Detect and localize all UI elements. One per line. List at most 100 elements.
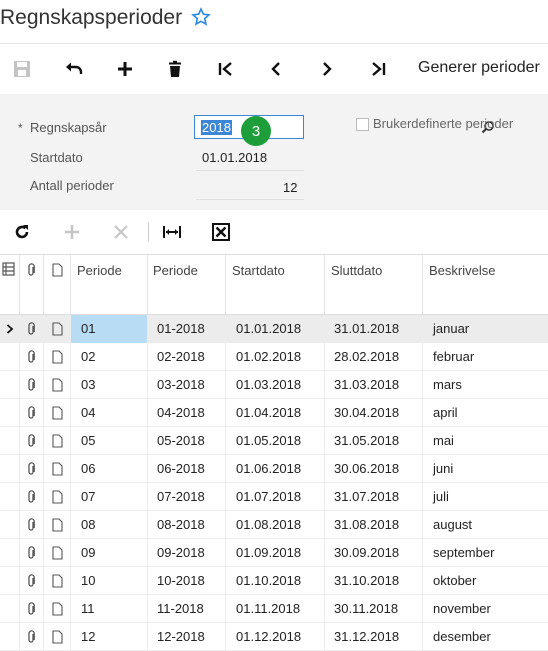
cell-start-date[interactable]: 01.12.2018 — [226, 623, 325, 651]
cell-period[interactable]: 05-2018 — [148, 427, 226, 455]
cell-period-no[interactable]: 04 — [71, 399, 148, 427]
table-row[interactable]: 02 02-2018 01.02.2018 28.02.2018 februar — [0, 343, 548, 371]
cell-period-no[interactable]: 03 — [71, 371, 148, 399]
table-row[interactable]: 04 04-2018 01.04.2018 30.04.2018 april — [0, 399, 548, 427]
cell-period[interactable]: 12-2018 — [148, 623, 226, 651]
row-attachment[interactable] — [20, 539, 44, 567]
cell-description[interactable]: november — [423, 595, 548, 623]
cell-period-no[interactable]: 11 — [71, 595, 148, 623]
row-note[interactable] — [44, 455, 71, 483]
row-selector[interactable] — [0, 399, 20, 427]
last-record-button[interactable] — [366, 57, 390, 81]
cell-period[interactable]: 06-2018 — [148, 455, 226, 483]
cell-end-date[interactable]: 28.02.2018 — [325, 343, 423, 371]
table-row[interactable]: 06 06-2018 01.06.2018 30.06.2018 juni — [0, 455, 548, 483]
cell-period-no[interactable]: 09 — [71, 539, 148, 567]
row-attachment[interactable] — [20, 623, 44, 651]
row-attachment[interactable] — [20, 343, 44, 371]
cell-end-date[interactable]: 31.10.2018 — [325, 567, 423, 595]
start-date-value[interactable]: 01.01.2018 — [202, 150, 267, 165]
cell-period-no[interactable]: 10 — [71, 567, 148, 595]
row-attachment[interactable] — [20, 511, 44, 539]
cell-period[interactable]: 07-2018 — [148, 483, 226, 511]
delete-button[interactable] — [163, 57, 187, 81]
delete-row-button[interactable] — [110, 221, 132, 243]
cell-end-date[interactable]: 30.06.2018 — [325, 455, 423, 483]
cell-end-date[interactable]: 31.05.2018 — [325, 427, 423, 455]
cell-start-date[interactable]: 01.08.2018 — [226, 511, 325, 539]
cell-start-date[interactable]: 01.02.2018 — [226, 343, 325, 371]
cell-end-date[interactable]: 31.08.2018 — [325, 511, 423, 539]
cell-period[interactable]: 09-2018 — [148, 539, 226, 567]
row-note[interactable] — [44, 623, 71, 651]
cell-end-date[interactable]: 31.01.2018 — [325, 315, 423, 343]
row-note[interactable] — [44, 371, 71, 399]
cell-description[interactable]: september — [423, 539, 548, 567]
row-selector[interactable] — [0, 371, 20, 399]
cell-end-date[interactable]: 31.07.2018 — [325, 483, 423, 511]
row-selector[interactable] — [0, 567, 20, 595]
cell-description[interactable]: juni — [423, 455, 548, 483]
row-note[interactable] — [44, 595, 71, 623]
cell-start-date[interactable]: 01.03.2018 — [226, 371, 325, 399]
table-row[interactable]: 12 12-2018 01.12.2018 31.12.2018 desember — [0, 623, 548, 651]
cell-start-date[interactable]: 01.09.2018 — [226, 539, 325, 567]
cell-description[interactable]: februar — [423, 343, 548, 371]
row-attachment[interactable] — [20, 371, 44, 399]
cell-description[interactable]: mars — [423, 371, 548, 399]
cell-period[interactable]: 10-2018 — [148, 567, 226, 595]
generate-periods-button[interactable]: Generer perioder — [418, 59, 540, 77]
column-period-no[interactable]: Periode — [71, 255, 148, 314]
row-note[interactable] — [44, 511, 71, 539]
cell-start-date[interactable]: 01.04.2018 — [226, 399, 325, 427]
column-end-date[interactable]: Sluttdato — [325, 255, 423, 314]
save-button[interactable] — [10, 57, 34, 81]
table-row[interactable]: 08 08-2018 01.08.2018 31.08.2018 august — [0, 511, 548, 539]
cell-end-date[interactable]: 30.11.2018 — [325, 595, 423, 623]
table-row[interactable]: 09 09-2018 01.09.2018 30.09.2018 september — [0, 539, 548, 567]
cell-start-date[interactable]: 01.07.2018 — [226, 483, 325, 511]
table-row[interactable]: 05 05-2018 01.05.2018 31.05.2018 mai — [0, 427, 548, 455]
cell-end-date[interactable]: 30.09.2018 — [325, 539, 423, 567]
row-selector[interactable] — [0, 455, 20, 483]
cell-period-no[interactable]: 08 — [71, 511, 148, 539]
cell-period-no[interactable]: 01 — [71, 315, 148, 343]
undo-button[interactable] — [62, 57, 86, 81]
row-attachment[interactable] — [20, 427, 44, 455]
row-selector[interactable] — [0, 427, 20, 455]
previous-record-button[interactable] — [264, 57, 288, 81]
star-icon[interactable] — [191, 7, 211, 27]
column-start-date[interactable]: Startdato — [226, 255, 325, 314]
table-row[interactable]: 10 10-2018 01.10.2018 31.10.2018 oktober — [0, 567, 548, 595]
cell-description[interactable]: juli — [423, 483, 548, 511]
export-excel-button[interactable] — [210, 221, 232, 243]
row-note[interactable] — [44, 427, 71, 455]
row-note[interactable] — [44, 343, 71, 371]
row-selector[interactable] — [0, 343, 20, 371]
custom-periods-checkbox[interactable] — [356, 118, 369, 131]
next-record-button[interactable] — [315, 57, 339, 81]
row-selector[interactable] — [0, 483, 20, 511]
first-record-button[interactable] — [214, 57, 238, 81]
cell-description[interactable]: august — [423, 511, 548, 539]
cell-start-date[interactable]: 01.05.2018 — [226, 427, 325, 455]
row-selector[interactable] — [0, 511, 20, 539]
column-period[interactable]: Periode — [148, 255, 226, 314]
row-note[interactable] — [44, 315, 71, 343]
row-attachment[interactable] — [20, 399, 44, 427]
row-attachment[interactable] — [20, 483, 44, 511]
cell-start-date[interactable]: 01.06.2018 — [226, 455, 325, 483]
cell-period-no[interactable]: 12 — [71, 623, 148, 651]
row-attachment[interactable] — [20, 567, 44, 595]
row-note[interactable] — [44, 483, 71, 511]
cell-period[interactable]: 11-2018 — [148, 595, 226, 623]
fit-columns-button[interactable] — [161, 221, 183, 243]
row-selector[interactable] — [0, 315, 20, 343]
cell-period-no[interactable]: 02 — [71, 343, 148, 371]
row-selector[interactable] — [0, 539, 20, 567]
row-selector[interactable] — [0, 623, 20, 651]
cell-description[interactable]: mai — [423, 427, 548, 455]
cell-end-date[interactable]: 30.04.2018 — [325, 399, 423, 427]
row-note[interactable] — [44, 567, 71, 595]
cell-description[interactable]: januar — [423, 315, 548, 343]
